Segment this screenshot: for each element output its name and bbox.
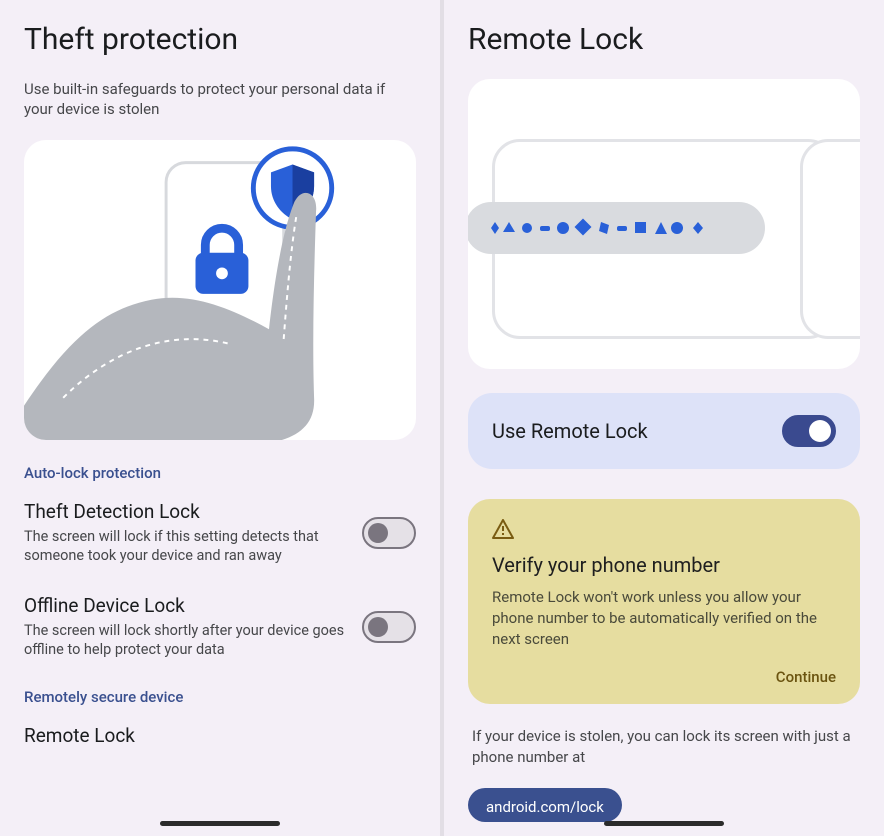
- setting-text: Theft Detection Lock The screen will loc…: [24, 500, 362, 566]
- use-remote-lock-toggle[interactable]: [782, 415, 836, 447]
- offline-lock-toggle[interactable]: [362, 611, 416, 643]
- setting-title: Theft Detection Lock: [24, 500, 346, 523]
- theft-detection-toggle[interactable]: [362, 517, 416, 549]
- setting-title: Remote Lock: [24, 724, 400, 747]
- remote-lock-row[interactable]: Remote Lock: [24, 724, 416, 751]
- setting-title: Offline Device Lock: [24, 594, 346, 617]
- page-title: Remote Lock: [468, 22, 860, 57]
- theft-protection-screen: Theft protection Use built-in safeguards…: [0, 0, 444, 836]
- use-remote-lock-card[interactable]: Use Remote Lock: [468, 393, 860, 469]
- warning-body: Remote Lock won't work unless you allow …: [492, 587, 836, 650]
- theft-illustration: [24, 140, 416, 440]
- verify-phone-warning: Verify your phone number Remote Lock won…: [468, 499, 860, 704]
- setting-text: Remote Lock: [24, 724, 416, 751]
- section-label-autolock: Auto-lock protection: [24, 464, 416, 482]
- url-chip[interactable]: android.com/lock: [468, 788, 622, 822]
- setting-text: Offline Device Lock The screen will lock…: [24, 594, 362, 660]
- info-text: If your device is stolen, you can lock i…: [468, 726, 860, 768]
- continue-button[interactable]: Continue: [492, 668, 836, 686]
- remote-lock-screen: Remote Lock: [444, 0, 884, 836]
- warning-title: Verify your phone number: [492, 553, 836, 577]
- passcode-glyphs: [468, 202, 765, 254]
- nav-indicator[interactable]: [160, 821, 280, 826]
- setting-desc: The screen will lock shortly after your …: [24, 621, 346, 660]
- theft-detection-row[interactable]: Theft Detection Lock The screen will loc…: [24, 500, 416, 566]
- section-label-remote: Remotely secure device: [24, 688, 416, 706]
- offline-lock-row[interactable]: Offline Device Lock The screen will lock…: [24, 594, 416, 660]
- page-subtitle: Use built-in safeguards to protect your …: [24, 79, 416, 120]
- toggle-label: Use Remote Lock: [492, 419, 648, 443]
- nav-indicator[interactable]: [604, 821, 724, 826]
- warning-triangle-icon: [492, 519, 836, 543]
- setting-desc: The screen will lock if this setting det…: [24, 527, 346, 566]
- page-title: Theft protection: [24, 22, 416, 57]
- remote-lock-illustration: [468, 79, 860, 369]
